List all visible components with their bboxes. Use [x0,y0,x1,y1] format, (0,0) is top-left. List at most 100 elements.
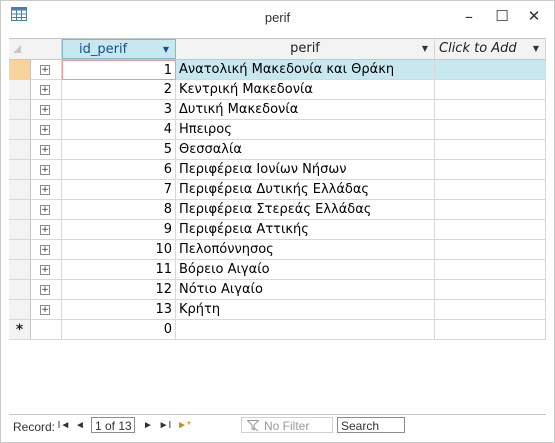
expand-cell[interactable]: + [31,220,62,240]
table-row[interactable]: +5 Θεσσαλία [9,140,546,160]
column-header-id-perif[interactable]: id_perif ▼ [62,39,176,59]
record-selector[interactable] [9,120,31,140]
perif-cell[interactable]: Περιφέρεια Αττικής [176,220,435,240]
perif-cell[interactable]: Κρήτη [176,300,435,320]
id-perif-cell[interactable]: 12 [62,280,176,300]
dropdown-arrow-icon[interactable]: ▼ [533,39,539,59]
expand-cell[interactable]: + [31,100,62,120]
table-row[interactable]: +6 Περιφέρεια Ιονίων Νήσων [9,160,546,180]
id-perif-cell[interactable]: 9 [62,220,176,240]
expand-cell[interactable]: + [31,300,62,320]
expand-cell[interactable]: + [31,120,62,140]
next-record-button[interactable]: ► [141,418,155,434]
expand-cell[interactable]: + [31,140,62,160]
table-row[interactable]: +7 Περιφέρεια Δυτικής Ελλάδας [9,180,546,200]
expand-plus-icon[interactable]: + [40,265,50,275]
perif-cell[interactable]: Περιφέρεια Δυτικής Ελλάδας [176,180,435,200]
id-perif-cell[interactable]: 13 [62,300,176,320]
last-record-button[interactable]: ►I [157,418,173,434]
expand-plus-icon[interactable]: + [40,285,50,295]
expand-plus-icon[interactable]: + [40,125,50,135]
click-to-add-cell[interactable] [435,80,546,100]
click-to-add-cell[interactable] [435,120,546,140]
perif-cell[interactable]: Θεσσαλία [176,140,435,160]
table-row[interactable]: +13 Κρήτη [9,300,546,320]
dropdown-arrow-icon[interactable]: ▼ [422,39,428,59]
id-perif-cell[interactable]: 11 [62,260,176,280]
perif-cell[interactable]: Νότιο Αιγαίο [176,280,435,300]
perif-cell[interactable]: Ηπειρος [176,120,435,140]
expand-cell[interactable]: + [31,240,62,260]
table-row[interactable]: +9 Περιφέρεια Αττικής [9,220,546,240]
expand-cell[interactable]: + [31,200,62,220]
click-to-add-cell[interactable] [435,300,546,320]
click-to-add-cell[interactable] [435,240,546,260]
perif-cell[interactable]: Πελοπόννησος [176,240,435,260]
column-header-click-to-add[interactable]: Click to Add ▼ [435,39,546,59]
expand-cell[interactable]: + [31,80,62,100]
no-filter-button[interactable]: No Filter [241,417,333,433]
click-to-add-cell[interactable] [435,100,546,120]
expand-plus-icon[interactable]: + [40,105,50,115]
expand-plus-icon[interactable]: + [40,305,50,315]
click-to-add-cell[interactable] [435,160,546,180]
perif-cell[interactable]: Περιφέρεια Στερεάς Ελλάδας [176,200,435,220]
perif-cell[interactable]: Κεντρική Μακεδονία [176,80,435,100]
previous-record-button[interactable]: ◄ [73,418,87,434]
perif-cell[interactable]: Δυτική Μακεδονία [176,100,435,120]
click-to-add-cell[interactable] [435,60,546,80]
expand-plus-icon[interactable]: + [40,165,50,175]
record-selector[interactable] [9,160,31,180]
table-row[interactable]: +8 Περιφέρεια Στερεάς Ελλάδας [9,200,546,220]
record-selector[interactable] [9,180,31,200]
expand-plus-icon[interactable]: + [40,85,50,95]
first-record-button[interactable]: I◄ [57,418,71,434]
expand-cell[interactable]: + [31,160,62,180]
expand-plus-icon[interactable]: + [40,65,50,75]
table-row[interactable]: +3 Δυτική Μακεδονία [9,100,546,120]
perif-cell[interactable]: Περιφέρεια Ιονίων Νήσων [176,160,435,180]
minimize-button[interactable]: – [455,3,483,29]
table-row[interactable]: +4 Ηπειρος [9,120,546,140]
perif-cell[interactable] [176,320,435,340]
record-position-input[interactable]: 1 of 13 [91,417,135,433]
id-perif-cell[interactable]: 10 [62,240,176,260]
expand-plus-icon[interactable]: + [40,185,50,195]
table-row[interactable]: +2 Κεντρική Μακεδονία [9,80,546,100]
id-perif-cell[interactable]: 4 [62,120,176,140]
perif-cell[interactable]: Ανατολική Μακεδονία και Θράκη [176,60,435,80]
expand-cell[interactable]: + [31,260,62,280]
id-perif-cell[interactable]: 8 [62,200,176,220]
expand-cell[interactable]: + [31,180,62,200]
dropdown-arrow-icon[interactable]: ▼ [163,40,169,60]
column-header-perif[interactable]: perif ▼ [176,39,435,59]
record-selector[interactable] [9,240,31,260]
table-row[interactable]: +11 Βόρειο Αιγαίο [9,260,546,280]
new-record-button[interactable]: ►* [175,418,193,434]
expand-plus-icon[interactable]: + [40,205,50,215]
new-record-selector[interactable]: * [9,320,31,340]
click-to-add-cell[interactable] [435,220,546,240]
new-record-row[interactable]: * 0 [9,320,546,340]
record-selector[interactable] [9,80,31,100]
record-selector[interactable] [9,260,31,280]
table-row[interactable]: +1 Ανατολική Μακεδονία και Θράκη [9,60,546,80]
table-row[interactable]: +12 Νότιο Αιγαίο [9,280,546,300]
select-all-corner[interactable] [9,39,62,59]
id-perif-cell[interactable]: 0 [62,320,176,340]
id-perif-cell[interactable]: 3 [62,100,176,120]
record-selector[interactable] [9,60,31,80]
record-selector[interactable] [9,300,31,320]
id-perif-cell[interactable]: 2 [62,80,176,100]
record-selector[interactable] [9,100,31,120]
maximize-button[interactable]: ☐ [488,3,516,29]
expand-plus-icon[interactable]: + [40,225,50,235]
id-perif-cell[interactable]: 5 [62,140,176,160]
search-input[interactable]: Search [337,417,405,433]
click-to-add-cell[interactable] [435,180,546,200]
table-row[interactable]: +10 Πελοπόννησος [9,240,546,260]
id-perif-cell[interactable]: 6 [62,160,176,180]
click-to-add-cell[interactable] [435,280,546,300]
click-to-add-cell[interactable] [435,260,546,280]
record-selector[interactable] [9,140,31,160]
